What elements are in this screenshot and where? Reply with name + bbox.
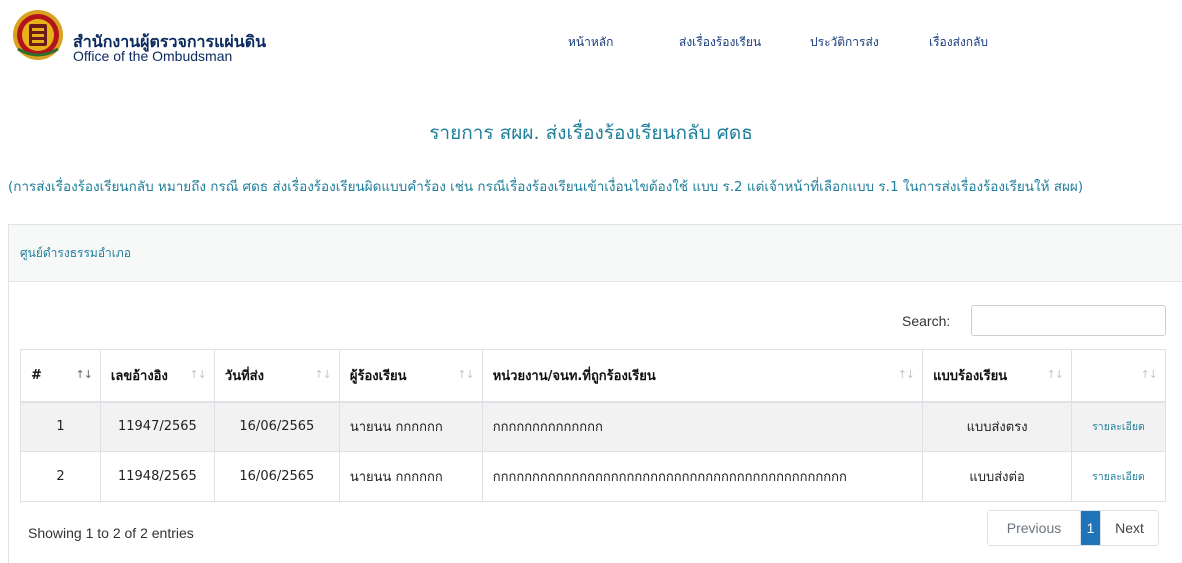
details-link[interactable]: รายละเอียด bbox=[1092, 421, 1145, 433]
cell-reference: 11948/2565 bbox=[99, 451, 215, 502]
cell-agency: กกกกกกกกกกกกกก bbox=[481, 401, 924, 452]
pagination-previous-button[interactable]: Previous bbox=[988, 511, 1080, 545]
cell-number: 1 bbox=[20, 401, 101, 452]
cell-complainant: นายนน กกกกกก bbox=[338, 401, 483, 452]
table-row: 2 11948/2565 16/06/2565 นายนน กกกกกก กกก… bbox=[20, 451, 1166, 502]
complaints-card: ศูนย์ดำรงธรรมอำเภอ Search: # ↑↓ เลขอ้างอิ… bbox=[8, 224, 1182, 563]
cell-date: 16/06/2565 bbox=[213, 451, 340, 502]
sort-icon: ↑↓ bbox=[75, 368, 92, 381]
table-header-row: # ↑↓ เลขอ้างอิง ↑↓ วันที่ส่ง ↑↓ ผู้ร้องเรีย… bbox=[20, 349, 1166, 403]
page-note: (การส่งเรื่องร้องเรียนกลับ หมายถึง กรณี … bbox=[8, 179, 1084, 195]
sort-icon: ↑↓ bbox=[457, 368, 474, 381]
cell-form-type: แบบส่งต่อ bbox=[922, 451, 1072, 502]
page-title: รายการ สผผ. ส่งเรื่องร้องเรียนกลับ ศดธ bbox=[429, 122, 753, 144]
cell-number: 2 bbox=[20, 451, 101, 502]
cell-complainant: นายนน กกกกกก bbox=[338, 451, 483, 502]
column-header-reference[interactable]: เลขอ้างอิง ↑↓ bbox=[99, 349, 215, 403]
pagination-page-button[interactable]: 1 bbox=[1080, 511, 1100, 545]
column-header-form-type[interactable]: แบบร้องเรียน ↑↓ bbox=[922, 349, 1072, 403]
table-row: 1 11947/2565 16/06/2565 นายนน กกกกกก กกก… bbox=[20, 401, 1166, 452]
sort-icon: ↑↓ bbox=[1140, 368, 1158, 381]
nav-returned-complaints[interactable]: เรื่องส่งกลับ bbox=[929, 33, 988, 52]
sort-icon: ↑↓ bbox=[189, 368, 206, 381]
cell-agency: กกกกกกกกกกกกกกกกกกกกกกกกกกกกกกกกกกกกกกกก… bbox=[481, 451, 924, 502]
column-header-action[interactable]: ↑↓ bbox=[1071, 349, 1166, 403]
table-info: Showing 1 to 2 of 2 entries bbox=[28, 525, 194, 541]
nav-send-history[interactable]: ประวัติการส่ง bbox=[810, 33, 879, 52]
details-link[interactable]: รายละเอียด bbox=[1092, 471, 1145, 483]
complaints-table: # ↑↓ เลขอ้างอิง ↑↓ วันที่ส่ง ↑↓ ผู้ร้องเรีย… bbox=[20, 349, 1166, 502]
card-title: ศูนย์ดำรงธรรมอำเภอ bbox=[20, 246, 131, 260]
sort-icon: ↑↓ bbox=[314, 368, 331, 381]
column-header-date[interactable]: วันที่ส่ง ↑↓ bbox=[213, 349, 340, 403]
cell-reference: 11947/2565 bbox=[99, 401, 215, 452]
nav-submit-complaint[interactable]: ส่งเรื่องร้องเรียน bbox=[679, 33, 761, 52]
column-header-number[interactable]: # ↑↓ bbox=[20, 349, 101, 403]
column-header-agency[interactable]: หน่วยงาน/จนท.ที่ถูกร้องเรียน ↑↓ bbox=[481, 349, 924, 403]
pagination: Previous 1 Next bbox=[987, 510, 1159, 546]
sort-icon: ↑↓ bbox=[897, 368, 915, 381]
search-label: Search: bbox=[902, 313, 951, 329]
card-header: ศูนย์ดำรงธรรมอำเภอ bbox=[9, 225, 1182, 282]
ombudsman-logo[interactable] bbox=[12, 9, 64, 61]
header: สำนักงานผู้ตรวจการแผ่นดิน Office of the … bbox=[0, 0, 1182, 88]
cell-date: 16/06/2565 bbox=[213, 401, 340, 452]
pagination-next-button[interactable]: Next bbox=[1100, 511, 1158, 545]
nav-home[interactable]: หน้าหลัก bbox=[568, 33, 613, 52]
cell-form-type: แบบส่งตรง bbox=[922, 401, 1072, 452]
search-input[interactable] bbox=[971, 305, 1166, 336]
cell-action: รายละเอียด bbox=[1071, 401, 1166, 452]
org-name-english: Office of the Ombudsman bbox=[73, 48, 233, 64]
sort-icon: ↑↓ bbox=[1046, 368, 1064, 381]
column-header-complainant[interactable]: ผู้ร้องเรียน ↑↓ bbox=[338, 349, 483, 403]
cell-action: รายละเอียด bbox=[1071, 451, 1166, 502]
